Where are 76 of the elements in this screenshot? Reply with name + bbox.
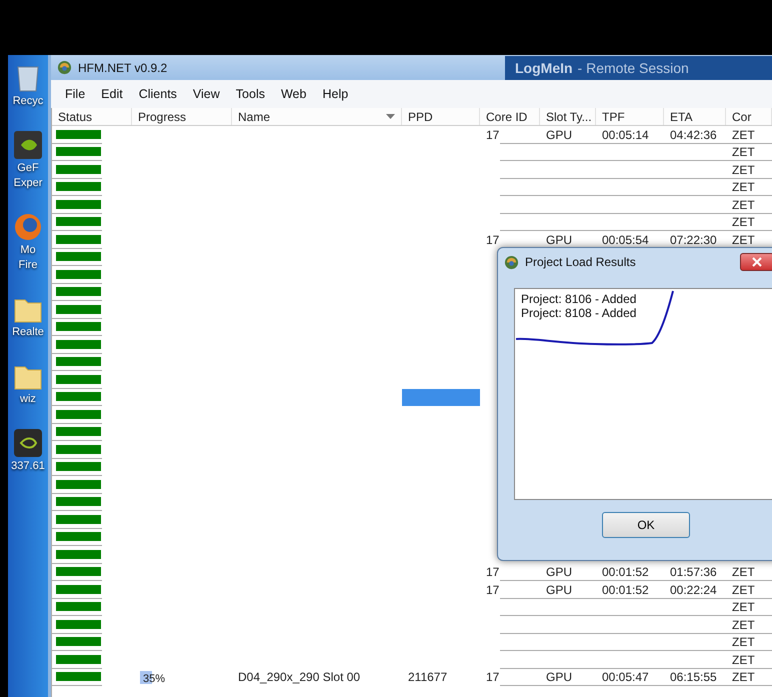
table-cell-text: GPU xyxy=(545,564,574,581)
sort-arrow-icon xyxy=(386,114,395,119)
dialog-app-icon xyxy=(504,254,519,270)
table-cell-text: 00:01:52 xyxy=(601,564,650,581)
table-cell-text: ZET xyxy=(731,144,756,161)
menu-item[interactable]: Clients xyxy=(130,87,185,101)
menu-item[interactable]: Help xyxy=(314,87,356,101)
table-cell-text: ZET xyxy=(731,652,756,668)
table-cell-text: ZET xyxy=(731,179,756,196)
ok-button[interactable]: OK xyxy=(602,512,690,538)
table-cell-text: 17 xyxy=(485,582,500,598)
close-icon xyxy=(752,257,762,267)
close-button[interactable] xyxy=(740,253,772,271)
results-text-area[interactable]: Project: 8106 - Added Project: 8108 - Added xyxy=(514,288,772,500)
column-header[interactable]: ETA xyxy=(664,108,726,125)
column-header[interactable]: Core ID xyxy=(480,108,540,125)
remote-session-title: - Remote Session xyxy=(578,60,689,76)
table-cell-text: 17 xyxy=(485,232,500,248)
column-header[interactable]: PPD xyxy=(402,108,480,125)
desktop-icon-label: Mo xyxy=(20,244,36,257)
table-cell-text: D04_290x_290 Slot 00 xyxy=(237,669,362,686)
window-title: HFM.NET v0.9.2 xyxy=(78,60,168,74)
app-icon xyxy=(57,60,72,75)
column-header[interactable]: Name xyxy=(232,108,402,125)
table-cell-text: ZET xyxy=(731,232,756,248)
desktop-icon-label: 337.61 xyxy=(11,460,45,473)
table-cell-text: 211677 xyxy=(407,669,448,686)
column-header[interactable]: Status xyxy=(52,108,132,125)
table-cell-text: GPU xyxy=(545,232,574,248)
column-header[interactable]: TPF xyxy=(596,108,664,125)
table-cell-text: ZET xyxy=(731,634,756,651)
table-cell-text: ZET xyxy=(731,196,756,214)
table-cell-text: ZET xyxy=(731,616,756,634)
app-shortcut-icon[interactable] xyxy=(13,130,43,160)
column-header[interactable]: Slot Ty... xyxy=(540,108,596,125)
desktop-icon-label: Exper xyxy=(14,177,42,190)
table-cell-text: ZET xyxy=(731,214,756,231)
table-cell-text: GPU xyxy=(545,126,574,144)
column-header[interactable]: Cor xyxy=(726,108,772,125)
table-cell-text: 00:22:24 xyxy=(669,582,718,598)
menu-item[interactable]: File xyxy=(57,87,94,101)
result-line: Project: 8106 - Added xyxy=(521,292,638,306)
table-cell-text: 00:05:54 xyxy=(601,232,650,248)
menu-item[interactable]: Edit xyxy=(93,87,131,101)
table-cell-text: 00:01:52 xyxy=(601,582,650,598)
gpu-driver-icon[interactable] xyxy=(13,428,43,458)
table-cell-text: 17 xyxy=(485,564,500,581)
table-cell-text: 04:42:36 xyxy=(669,126,718,144)
column-header[interactable]: Progress xyxy=(132,108,232,125)
desktop-icon-label: wiz xyxy=(20,393,36,406)
desktop-icon-label: Recyc xyxy=(12,95,44,108)
table-cell-text: 06:15:55 xyxy=(669,669,718,686)
table-cell-text: 00:05:47 xyxy=(601,669,650,686)
dialog-title: Project Load Results xyxy=(525,255,636,269)
menu-item[interactable]: Tools xyxy=(228,87,273,101)
table-cell-text: 00:05:14 xyxy=(601,126,650,144)
table-cell-text: ZET xyxy=(731,564,756,581)
desktop-icon-label: Fire xyxy=(18,259,38,272)
desktop-icon-label: Realte xyxy=(12,326,44,339)
table-cell-text: ZET xyxy=(731,669,756,686)
table-cell-text: 01:57:36 xyxy=(669,564,718,581)
table-cell-text: 07:22:30 xyxy=(669,232,718,248)
table-cell-text: 17 xyxy=(485,669,500,686)
progress-bar: 35% xyxy=(140,670,174,684)
result-line: Project: 8108 - Added xyxy=(521,306,638,320)
table-cell-text: GPU xyxy=(545,582,574,598)
table-cell-text: ZET xyxy=(731,582,756,598)
table-cell-text: ZET xyxy=(731,126,756,144)
menu-item[interactable]: View xyxy=(184,87,228,101)
table-cell-text: ZET xyxy=(731,599,756,616)
table-cell-text: GPU xyxy=(545,669,574,686)
desktop-icon-label: GeF xyxy=(17,162,39,175)
table-cell-text: 17 xyxy=(485,126,500,144)
menu-item[interactable]: Web xyxy=(272,87,314,101)
table-cell-text: ZET xyxy=(731,162,756,178)
remote-brand: LogMeIn xyxy=(515,60,573,76)
